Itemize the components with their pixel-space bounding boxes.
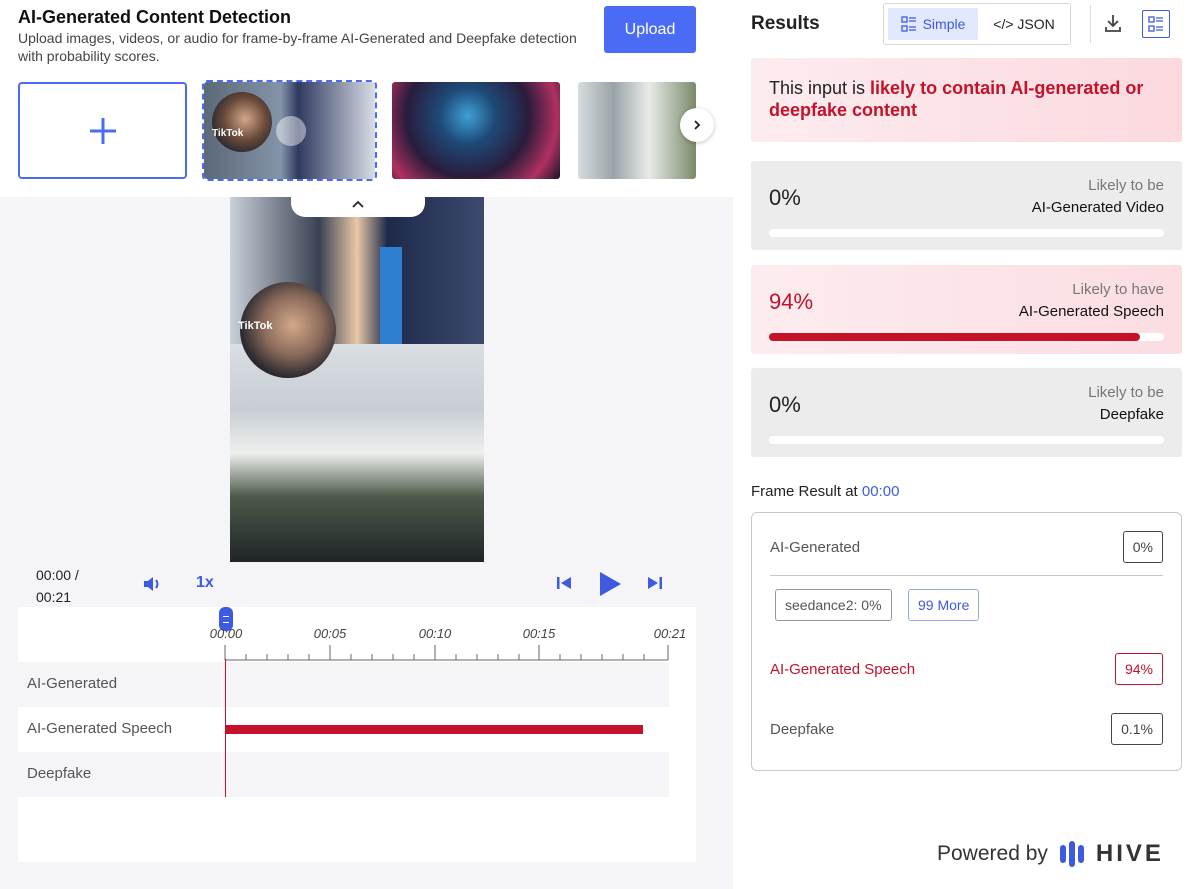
hive-logo-icon (1059, 841, 1084, 867)
video-preview[interactable]: TikTok (230, 197, 484, 562)
carousel-next-button[interactable] (680, 108, 714, 142)
verdict-alert: This input is likely to contain AI-gener… (751, 58, 1182, 142)
upload-header: AI-Generated Content Detection Upload im… (0, 0, 733, 197)
media-thumbnail[interactable] (578, 82, 696, 179)
frame-divider (770, 575, 1163, 576)
collapse-toggle[interactable] (291, 191, 425, 217)
track-label: AI-Generated (27, 675, 118, 692)
frame-label-ai-generated: AI-Generated (770, 539, 861, 556)
score-percent: 0% (769, 392, 801, 417)
track-label: AI-Generated Speech (27, 720, 173, 737)
score-caption: Likely to be (1088, 177, 1164, 194)
timeline-ticks (224, 645, 669, 661)
chevron-right-icon (694, 120, 701, 130)
frame-value-deepfake: 0.1% (1111, 713, 1163, 745)
page-description: Upload images, videos, or audio for fram… (18, 30, 577, 64)
score-category: Deepfake (1099, 406, 1164, 423)
frame-result-title: Frame Result at 00:00 (751, 483, 900, 500)
frame-value-speech: 94% (1114, 653, 1163, 685)
volume-button[interactable] (142, 574, 164, 599)
tick-label: 00:00 (209, 626, 243, 641)
playhead-line (225, 659, 226, 797)
frame-label-deepfake: Deepfake (770, 721, 835, 738)
video-player: 00:00 / 00:21 1x 00:00 00:05 00:10 00:15… (18, 562, 696, 862)
score-percent: 0% (769, 185, 801, 210)
score-card-deepfake: 0% Likely to be Deepfake (751, 368, 1182, 457)
chevron-up-icon (352, 200, 364, 208)
upload-button[interactable]: Upload (604, 6, 696, 53)
score-caption: Likely to have (1072, 281, 1164, 298)
score-bar (769, 436, 1164, 444)
page-title: AI-Generated Content Detection (18, 7, 292, 27)
details-icon (1148, 16, 1163, 32)
timeline-ruler[interactable]: 00:00 00:05 00:10 00:15 00:21 (18, 607, 696, 662)
skip-next-icon (648, 577, 662, 589)
download-button[interactable] (1103, 13, 1123, 38)
score-percent: 94% (769, 289, 814, 314)
model-score-chip: seedance2: 0% (775, 589, 892, 621)
play-icon (600, 572, 621, 596)
playback-speed-button[interactable]: 1x (196, 574, 214, 592)
media-thumbnail[interactable] (392, 82, 560, 179)
frame-label-speech: AI-Generated Speech (770, 661, 916, 678)
play-button[interactable] (598, 571, 622, 602)
add-media-button[interactable] (18, 82, 187, 179)
toolbar-divider (1090, 5, 1091, 43)
score-bar (769, 333, 1164, 341)
timeline-track-deepfake: Deepfake (18, 752, 669, 797)
plus-icon (89, 117, 116, 144)
score-card-ai-video: 0% Likely to be AI-Generated Video (751, 161, 1182, 250)
score-card-ai-speech: 94% Likely to have AI-Generated Speech (751, 265, 1182, 354)
toggle-simple[interactable]: Simple (888, 8, 978, 40)
toggle-json[interactable]: </> JSON (980, 8, 1068, 40)
skip-forward-button[interactable] (647, 575, 663, 596)
score-category: AI-Generated Speech (1018, 303, 1164, 320)
track-label: Deepfake (27, 765, 92, 782)
frame-value-ai-generated: 0% (1122, 531, 1163, 563)
more-models-button[interactable]: 99 More (908, 589, 980, 621)
results-panel: Results Simple </> JSON This input is li… (733, 0, 1198, 889)
results-title: Results (751, 13, 820, 34)
download-icon (1105, 15, 1121, 32)
upload-panel: AI-Generated Content Detection Upload im… (0, 0, 733, 889)
volume-icon (144, 577, 159, 591)
video-overlay-text: TikTok (238, 320, 273, 332)
timeline-track-ai-generated: AI-Generated (18, 662, 669, 707)
speech-detection-bar (226, 725, 643, 734)
view-mode-toggle: Simple </> JSON (883, 3, 1071, 45)
score-bar-fill (769, 333, 1141, 341)
tick-label: 00:21 (653, 626, 687, 641)
skip-back-button[interactable] (556, 575, 572, 596)
hive-logo-text: HIVE (1095, 840, 1164, 867)
player-controls: 00:00 / 00:21 1x (18, 562, 696, 607)
skip-previous-icon (557, 577, 571, 589)
tick-label: 00:05 (313, 626, 347, 641)
detail-view-button[interactable] (1142, 10, 1170, 38)
thumbnail-overlay-text: TikTok (212, 128, 244, 139)
powered-by-footer: Powered by HIVE (937, 840, 1164, 867)
frame-result-box: AI-Generated 0% seedance2: 0% 99 More AI… (751, 512, 1182, 771)
list-view-icon (900, 16, 916, 32)
score-category: AI-Generated Video (1031, 199, 1164, 216)
timeline-track-speech: AI-Generated Speech (18, 707, 669, 752)
score-caption: Likely to be (1088, 384, 1164, 401)
tick-label: 00:15 (522, 626, 556, 641)
time-readout: 00:00 / 00:21 (36, 567, 79, 605)
media-thumbnail-selected[interactable]: TikTok (202, 80, 377, 181)
score-bar (769, 229, 1164, 237)
tick-label: 00:10 (418, 626, 452, 641)
